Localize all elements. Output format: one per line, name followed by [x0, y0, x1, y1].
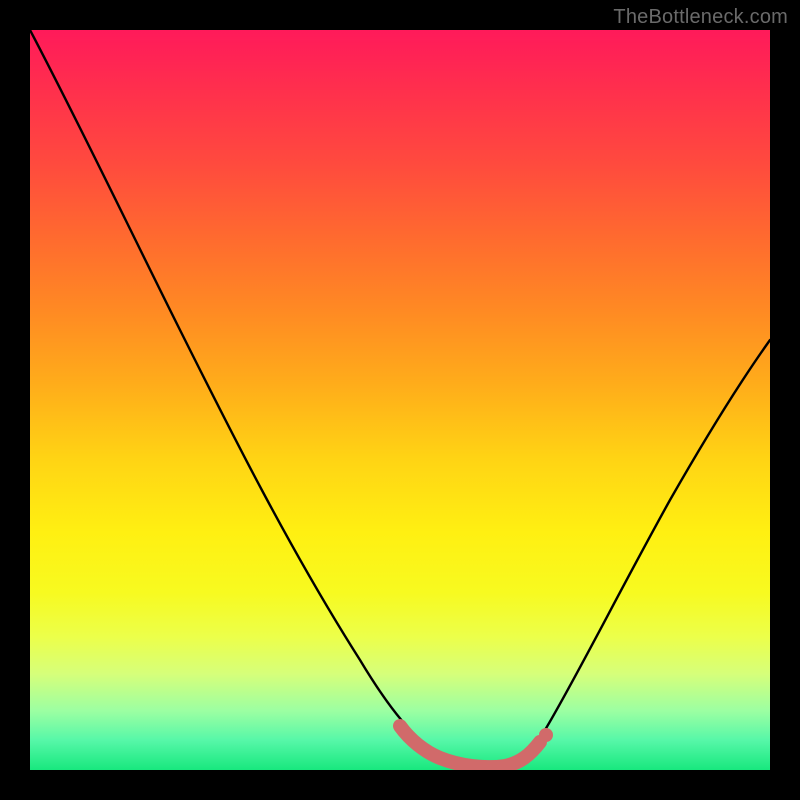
- bottleneck-curve: [30, 30, 770, 766]
- plot-area: [30, 30, 770, 770]
- watermark-text: TheBottleneck.com: [613, 6, 788, 29]
- curve-layer: [30, 30, 770, 770]
- highlight-band: [400, 726, 540, 767]
- chart-frame: TheBottleneck.com: [0, 0, 800, 800]
- highlight-dot: [539, 728, 553, 742]
